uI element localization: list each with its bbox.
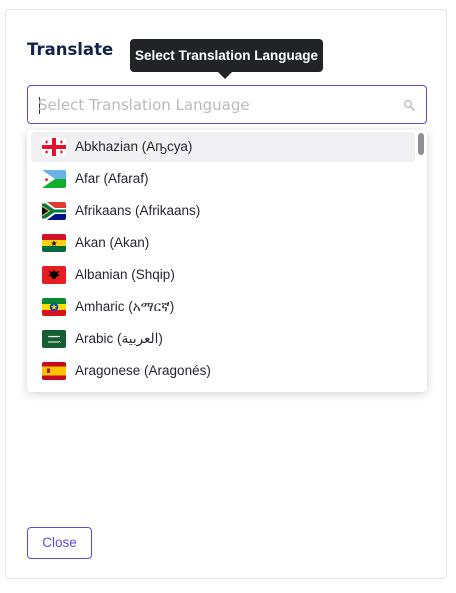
- language-option-label: Afar (Afaraf): [75, 171, 149, 186]
- language-option-abkhazian[interactable]: Abkhazian (Аҧсуа): [31, 132, 415, 162]
- language-option-afrikaans[interactable]: Afrikaans (Afrikaans): [31, 196, 415, 226]
- language-option-label: Amharic (አማርኛ): [75, 299, 175, 314]
- language-option-label: Arabic (العربية): [75, 331, 163, 346]
- translate-dialog: Translate Select Translation Language Se…: [5, 9, 447, 579]
- close-button[interactable]: Close: [27, 527, 92, 559]
- search-icon: [403, 99, 415, 111]
- language-option-amharic[interactable]: Amharic (አማርኛ): [31, 292, 415, 322]
- language-dropdown: Abkhazian (Аҧсуа) Afar (Afaraf) Afrikaan…: [27, 130, 427, 392]
- tooltip-arrow: [218, 72, 232, 79]
- language-option-label: Afrikaans (Afrikaans): [75, 203, 201, 218]
- language-option-label: Albanian (Shqip): [75, 267, 175, 282]
- language-search-box[interactable]: [27, 85, 427, 124]
- language-option-label: Abkhazian (Аҧсуа): [75, 139, 193, 154]
- language-option-label: Akan (Akan): [75, 235, 150, 250]
- spain-flag-icon: [42, 362, 66, 380]
- south-africa-flag-icon: [42, 202, 66, 220]
- georgia-flag-icon: [42, 138, 66, 156]
- language-search-input[interactable]: [38, 86, 388, 123]
- djibouti-flag-icon: [42, 170, 66, 188]
- saudi-arabia-flag-icon: [42, 330, 66, 348]
- language-option-afar[interactable]: Afar (Afaraf): [31, 164, 415, 194]
- tooltip: Select Translation Language: [130, 39, 323, 72]
- scrollbar-thumb[interactable]: [418, 133, 424, 155]
- language-option-arabic[interactable]: Arabic (العربية): [31, 324, 415, 354]
- language-option-aragonese[interactable]: Aragonese (Aragonés): [31, 356, 415, 386]
- dialog-title: Translate: [27, 40, 114, 59]
- dropdown-scrollbar[interactable]: [417, 130, 427, 392]
- ethiopia-flag-icon: [42, 298, 66, 316]
- ghana-flag-icon: [42, 234, 66, 252]
- language-option-albanian[interactable]: Albanian (Shqip): [31, 260, 415, 290]
- albania-flag-icon: [42, 266, 66, 284]
- language-option-label: Aragonese (Aragonés): [75, 363, 211, 378]
- language-option-akan[interactable]: Akan (Akan): [31, 228, 415, 258]
